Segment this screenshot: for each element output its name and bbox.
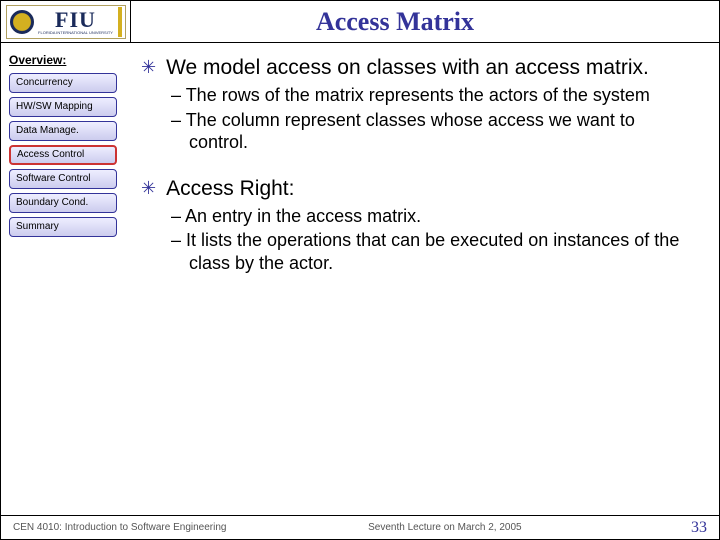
footer-lecture: Seventh Lecture on March 2, 2005 bbox=[368, 522, 691, 533]
bullet-1: ✳ We model access on classes with an acc… bbox=[141, 55, 689, 80]
slide: FIU FLORIDA INTERNATIONAL UNIVERSITY Acc… bbox=[0, 0, 720, 540]
footer-course: CEN 4010: Introduction to Software Engin… bbox=[13, 522, 368, 533]
sub-item: The column represent classes whose acces… bbox=[171, 109, 689, 154]
footer: CEN 4010: Introduction to Software Engin… bbox=[1, 515, 719, 539]
nav-access-control[interactable]: Access Control bbox=[9, 145, 117, 165]
logo-box: FIU FLORIDA INTERNATIONAL UNIVERSITY bbox=[1, 1, 131, 43]
slide-title: Access Matrix bbox=[131, 7, 719, 37]
nav-software-control[interactable]: Software Control bbox=[9, 169, 117, 189]
sidebar: Overview: Concurrency HW/SW Mapping Data… bbox=[1, 43, 131, 517]
bullet-icon: ✳ bbox=[141, 55, 156, 79]
page-number: 33 bbox=[691, 519, 707, 537]
nav-hwsw-mapping[interactable]: HW/SW Mapping bbox=[9, 97, 117, 117]
nav-summary[interactable]: Summary bbox=[9, 217, 117, 237]
nav-boundary-cond[interactable]: Boundary Cond. bbox=[9, 193, 117, 213]
logo-subtext: FLORIDA INTERNATIONAL UNIVERSITY bbox=[38, 31, 113, 35]
title-bar: FIU FLORIDA INTERNATIONAL UNIVERSITY Acc… bbox=[1, 1, 719, 43]
seal-icon bbox=[10, 10, 34, 34]
sub-item: It lists the operations that can be exec… bbox=[171, 229, 689, 274]
slide-body: Overview: Concurrency HW/SW Mapping Data… bbox=[1, 43, 719, 517]
bullet-1-sublist: The rows of the matrix represents the ac… bbox=[171, 84, 689, 154]
sub-item: The rows of the matrix represents the ac… bbox=[171, 84, 689, 107]
bullet-icon: ✳ bbox=[141, 176, 156, 200]
bullet-2-sublist: An entry in the access matrix. It lists … bbox=[171, 205, 689, 275]
bullet-2-text: Access Right: bbox=[166, 176, 294, 201]
logo-text: FIU bbox=[55, 9, 96, 31]
nav-concurrency[interactable]: Concurrency bbox=[9, 73, 117, 93]
sub-item: An entry in the access matrix. bbox=[171, 205, 689, 228]
stripe-icon bbox=[118, 7, 122, 37]
bullet-2: ✳ Access Right: bbox=[141, 176, 689, 201]
logo: FIU FLORIDA INTERNATIONAL UNIVERSITY bbox=[6, 5, 126, 39]
bullet-1-text: We model access on classes with an acces… bbox=[166, 55, 649, 80]
sidebar-heading: Overview: bbox=[9, 53, 121, 67]
nav-data-manage[interactable]: Data Manage. bbox=[9, 121, 117, 141]
content: ✳ We model access on classes with an acc… bbox=[131, 43, 719, 517]
